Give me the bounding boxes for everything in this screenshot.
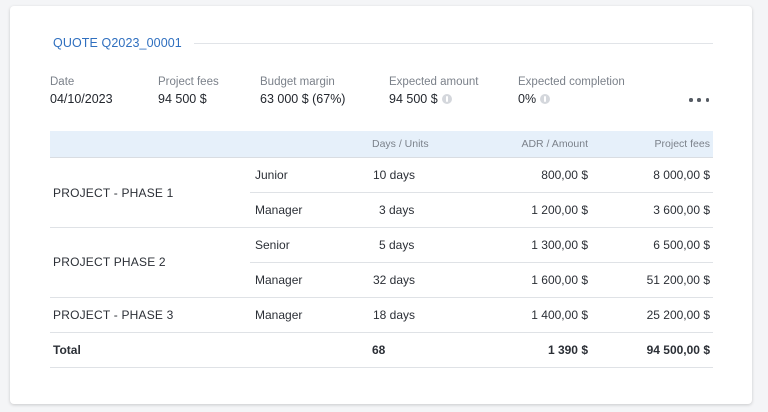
- summary-value: 63 000 $ (67%): [260, 92, 346, 106]
- table-row[interactable]: Senior 5 days 1 300,00 $ 6 500,00 $: [250, 228, 713, 262]
- role-cell: Manager: [255, 203, 303, 217]
- title-divider: [193, 42, 713, 44]
- more-options-button[interactable]: [689, 94, 709, 106]
- phase-group: PROJECT - PHASE 3 Manager 18 days 1 400,…: [50, 298, 713, 333]
- summary-value: 04/10/2023: [50, 92, 113, 106]
- adr-cell: 1 300,00 $: [531, 238, 588, 252]
- header-days-units: Days / Units: [372, 138, 429, 150]
- quote-header: QUOTE Q2023_00001: [53, 36, 713, 50]
- header-adr-amount: ADR / Amount: [521, 138, 588, 150]
- role-cell: Senior: [255, 238, 290, 252]
- adr-cell: 800,00 $: [541, 168, 588, 182]
- phase-group: PROJECT - PHASE 1 Junior 10 days 800,00 …: [50, 158, 713, 228]
- summary-label: Expected amount: [389, 76, 479, 88]
- total-fees: 94 500,00 $: [646, 343, 710, 357]
- summary-label: Budget margin: [260, 76, 335, 88]
- summary-label: Expected completion: [518, 76, 625, 88]
- table-row[interactable]: Junior 10 days 800,00 $ 8 000,00 $: [250, 158, 713, 192]
- summary-value: 94 500 $: [389, 92, 479, 106]
- summary-expected-completion: Expected completion 0%: [518, 76, 625, 106]
- phase-group: PROJECT PHASE 2 Senior 5 days 1 300,00 $…: [50, 228, 713, 298]
- total-units: 68: [372, 343, 386, 357]
- fees-cell: 51 200,00 $: [646, 273, 710, 287]
- summary-date: Date 04/10/2023: [50, 76, 113, 106]
- adr-cell: 1 600,00 $: [531, 273, 588, 287]
- table-row[interactable]: Manager 3 days 1 200,00 $ 3 600,00 $: [250, 192, 713, 227]
- units-cell: 10 days: [373, 168, 416, 182]
- fees-cell: 25 200,00 $: [646, 308, 710, 322]
- header-project-fees: Project fees: [654, 138, 710, 150]
- summary-label: Project fees: [158, 76, 219, 88]
- quote-title[interactable]: QUOTE Q2023_00001: [53, 36, 182, 50]
- role-cell: Junior: [255, 168, 288, 182]
- fees-cell: 3 600,00 $: [653, 203, 710, 217]
- units-cell: 18 days: [373, 308, 416, 322]
- dot-icon: [689, 98, 693, 102]
- phase-name: PROJECT - PHASE 3: [53, 308, 174, 322]
- role-cell: Manager: [255, 308, 303, 322]
- adr-cell: 1 400,00 $: [531, 308, 588, 322]
- table-header: Days / Units ADR / Amount Project fees: [50, 131, 713, 158]
- summary-budget-margin: Budget margin 63 000 $ (67%): [260, 76, 345, 106]
- dot-icon: [705, 98, 709, 102]
- summary-project-fees: Project fees 94 500 $: [158, 76, 219, 106]
- fees-cell: 6 500,00 $: [653, 238, 710, 252]
- units-cell: 3 days: [379, 203, 415, 217]
- summary-value: 94 500 $: [158, 92, 207, 106]
- dot-icon: [697, 98, 701, 102]
- phase-name: PROJECT PHASE 2: [53, 255, 166, 269]
- units-cell: 32 days: [373, 273, 416, 287]
- total-label: Total: [53, 343, 81, 357]
- summary-label: Date: [50, 76, 75, 88]
- summary-expected-amount: Expected amount 94 500 $: [389, 76, 479, 106]
- phases-table: Days / Units ADR / Amount Project fees P…: [50, 131, 713, 368]
- summary-value: 0%: [518, 92, 625, 106]
- total-row: Total 68 1 390 $ 94 500,00 $: [50, 333, 713, 368]
- info-icon[interactable]: [441, 94, 452, 104]
- units-cell: 5 days: [379, 238, 415, 252]
- adr-cell: 1 200,00 $: [531, 203, 588, 217]
- quote-summary: Date 04/10/2023 Project fees 94 500 $ Bu…: [10, 76, 752, 116]
- total-adr: 1 390 $: [547, 343, 588, 357]
- info-icon[interactable]: [540, 94, 551, 104]
- fees-cell: 8 000,00 $: [653, 168, 710, 182]
- quote-card: QUOTE Q2023_00001 Date 04/10/2023 Projec…: [10, 6, 752, 404]
- table-row[interactable]: Manager 32 days 1 600,00 $ 51 200,00 $: [250, 262, 713, 297]
- role-cell: Manager: [255, 273, 303, 287]
- table-row[interactable]: Manager 18 days 1 400,00 $ 25 200,00 $: [250, 298, 713, 332]
- phase-name: PROJECT - PHASE 1: [53, 186, 174, 200]
